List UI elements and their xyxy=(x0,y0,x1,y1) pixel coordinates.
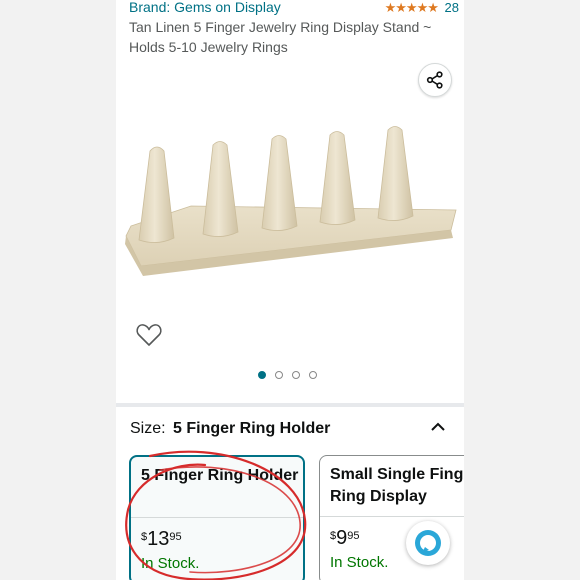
section-divider xyxy=(116,403,464,407)
alexa-icon xyxy=(415,530,441,556)
stock-status: In Stock. xyxy=(330,554,389,571)
ring-cone xyxy=(319,131,356,225)
product-page: Brand: Gems on Display ★★★★★ 28 Tan Line… xyxy=(116,0,464,580)
share-icon xyxy=(426,71,443,89)
chevron-up-icon[interactable] xyxy=(430,419,446,435)
stock-status: In Stock. xyxy=(141,555,200,572)
price-whole: 13 xyxy=(147,528,170,550)
option-price: $995 xyxy=(330,527,360,550)
star-rating-icon: ★★★★★ xyxy=(384,0,439,15)
size-label: Size: xyxy=(130,420,166,437)
price-symbol: $ xyxy=(330,530,337,542)
carousel-dot[interactable] xyxy=(292,371,300,379)
rating-summary[interactable]: ★★★★★ 28 xyxy=(385,0,459,16)
brand-rating-row: Brand: Gems on Display ★★★★★ 28 xyxy=(129,0,459,17)
product-image[interactable] xyxy=(121,118,461,288)
option-divider xyxy=(131,517,303,518)
price-fraction: 95 xyxy=(347,530,360,542)
wishlist-button[interactable] xyxy=(136,323,164,351)
carousel-dot[interactable] xyxy=(258,371,266,379)
price-fraction: 95 xyxy=(169,531,182,543)
size-option-card[interactable]: 5 Finger Ring Holder $1395 In Stock. xyxy=(129,455,305,580)
product-title: Tan Linen 5 Finger Jewelry Ring Display … xyxy=(129,19,432,55)
size-selected-value: 5 Finger Ring Holder xyxy=(173,420,331,437)
alexa-button[interactable] xyxy=(406,521,450,565)
size-selector-header[interactable]: Size: 5 Finger Ring Holder xyxy=(130,419,450,441)
carousel-dot[interactable] xyxy=(309,371,317,379)
size-option-card[interactable]: Small Single Finger Ring Display $995 In… xyxy=(319,455,464,580)
ring-cone xyxy=(138,146,175,243)
share-button[interactable] xyxy=(418,63,452,97)
heart-icon xyxy=(136,324,162,346)
option-divider xyxy=(320,516,464,517)
ring-cone xyxy=(202,141,239,237)
ring-cone xyxy=(377,126,414,221)
price-symbol: $ xyxy=(141,531,148,543)
image-carousel-dots xyxy=(258,371,317,381)
rating-count: 28 xyxy=(444,0,459,15)
brand-link[interactable]: Brand: Gems on Display xyxy=(129,0,281,15)
carousel-dot[interactable] xyxy=(275,371,283,379)
size-option-name: Small Single Finger Ring Display xyxy=(330,466,464,505)
ring-cone xyxy=(261,135,298,231)
option-price: $1395 xyxy=(141,528,182,551)
price-whole: 9 xyxy=(336,527,348,549)
